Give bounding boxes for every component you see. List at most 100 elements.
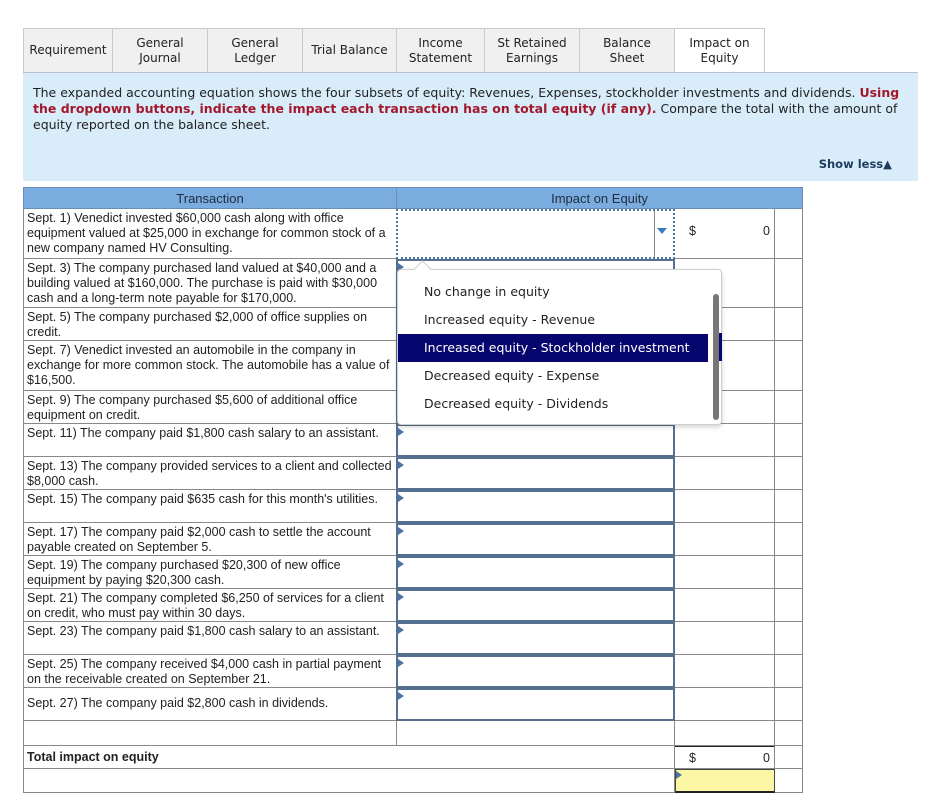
impact-dropdown[interactable]	[396, 490, 675, 523]
table-row: Sept. 19) The company purchased $20,300 …	[23, 556, 803, 589]
total-label: Total impact on equity	[23, 746, 675, 769]
header-impact-on-equity: Impact on Equity	[396, 187, 803, 209]
input-marker-icon	[398, 428, 404, 436]
amount-cell	[675, 457, 775, 490]
impact-dropdown-menu: No change in equity Increased equity - R…	[397, 260, 722, 425]
spacer-cell	[775, 424, 803, 457]
impact-dropdown[interactable]	[396, 457, 675, 490]
input-marker-icon	[398, 692, 404, 700]
tab-bar: Requirement General Journal General Ledg…	[23, 28, 765, 73]
amount-cell	[675, 688, 775, 721]
table-row: Sept. 21) The company completed $6,250 o…	[23, 589, 803, 622]
amount-cell	[675, 490, 775, 523]
tab-st-retained-earnings[interactable]: St Retained Earnings	[484, 28, 579, 73]
table-row: Sept. 1) Venedict invested $60,000 cash …	[23, 209, 803, 259]
amount-cell: $0	[675, 209, 775, 259]
impact-dropdown[interactable]	[396, 209, 675, 259]
impact-dropdown[interactable]	[396, 655, 675, 688]
spacer-cell	[775, 209, 803, 259]
triangle-up-icon: ▲	[883, 157, 892, 171]
option-decreased-dividends[interactable]: Decreased equity - Dividends	[398, 390, 708, 418]
amount-value: 0	[763, 224, 770, 238]
table-row: Sept. 27) The company paid $2,800 cash i…	[23, 688, 803, 721]
table-row: Sept. 17) The company paid $2,000 cash t…	[23, 523, 803, 556]
table-row: Sept. 13) The company provided services …	[23, 457, 803, 490]
transaction-description: Sept. 27) The company paid $2,800 cash i…	[23, 688, 397, 721]
total-answer-input[interactable]	[675, 769, 775, 793]
input-marker-icon	[398, 593, 404, 601]
amount-cell	[675, 655, 775, 688]
instruction-intro: The expanded accounting equation shows t…	[33, 85, 860, 100]
chevron-down-icon[interactable]	[657, 228, 667, 234]
amount-cell	[675, 424, 775, 457]
input-marker-icon	[398, 659, 404, 667]
tab-trial-balance[interactable]: Trial Balance	[302, 28, 396, 73]
transaction-description: Sept. 1) Venedict invested $60,000 cash …	[23, 209, 397, 259]
selection-edge	[719, 333, 722, 361]
empty-cell	[23, 769, 675, 793]
transaction-description: Sept. 17) The company paid $2,000 cash t…	[23, 523, 397, 556]
table-row: Sept. 25) The company received $4,000 ca…	[23, 655, 803, 688]
spacer-cell	[775, 655, 803, 688]
spacer-cell	[775, 457, 803, 490]
spacer-cell	[775, 769, 803, 793]
instruction-panel: The expanded accounting equation shows t…	[23, 73, 918, 181]
show-less-link[interactable]: Show less▲	[819, 157, 892, 171]
total-row: Total impact on equity $0	[23, 746, 803, 769]
show-less-label: Show less	[818, 157, 884, 171]
impact-dropdown[interactable]	[396, 523, 675, 556]
input-marker-icon	[398, 461, 404, 469]
transaction-description: Sept. 9) The company purchased $5,600 of…	[23, 391, 397, 424]
spacer-cell	[775, 589, 803, 622]
transaction-description: Sept. 21) The company completed $6,250 o…	[23, 589, 397, 622]
spacer-cell	[775, 391, 803, 424]
currency-symbol: $	[689, 224, 696, 238]
transaction-description: Sept. 13) The company provided services …	[23, 457, 397, 490]
tab-balance-sheet[interactable]: Balance Sheet	[579, 28, 674, 73]
amount-cell	[675, 622, 775, 655]
currency-symbol: $	[689, 751, 696, 765]
spacer-cell	[775, 688, 803, 721]
option-increased-revenue[interactable]: Increased equity - Revenue	[398, 306, 708, 334]
tab-general-ledger[interactable]: General Ledger	[207, 28, 302, 73]
empty-cell	[675, 721, 775, 746]
option-increased-stockholder-investment[interactable]: Increased equity - Stockholder investmen…	[398, 334, 708, 362]
transaction-description: Sept. 3) The company purchased land valu…	[23, 259, 397, 308]
table-row: Sept. 11) The company paid $1,800 cash s…	[23, 424, 803, 457]
empty-cell	[23, 721, 397, 746]
spacer-cell	[775, 523, 803, 556]
spacer-cell	[775, 341, 803, 391]
empty-cell	[396, 721, 675, 746]
spacer-cell	[775, 746, 803, 769]
option-decreased-expense[interactable]: Decreased equity - Expense	[398, 362, 708, 390]
impact-dropdown[interactable]	[396, 688, 675, 721]
input-marker-icon	[398, 560, 404, 568]
input-marker-icon	[398, 494, 404, 502]
tab-income-statement[interactable]: Income Statement	[396, 28, 484, 73]
transaction-description: Sept. 15) The company paid $635 cash for…	[23, 490, 397, 523]
transaction-description: Sept. 23) The company paid $1,800 cash s…	[23, 622, 397, 655]
input-marker-icon	[398, 626, 404, 634]
answer-row	[23, 769, 803, 793]
empty-cell	[775, 721, 803, 746]
transaction-description: Sept. 11) The company paid $1,800 cash s…	[23, 424, 397, 457]
empty-row	[23, 721, 803, 746]
impact-dropdown[interactable]	[396, 589, 675, 622]
amount-cell	[675, 523, 775, 556]
transaction-description: Sept. 19) The company purchased $20,300 …	[23, 556, 397, 589]
tab-impact-on-equity[interactable]: Impact on Equity	[674, 28, 765, 73]
spacer-cell	[775, 308, 803, 341]
amount-cell	[675, 589, 775, 622]
dropdown-divider	[654, 211, 655, 257]
tab-general-journal[interactable]: General Journal	[112, 28, 207, 73]
impact-dropdown[interactable]	[396, 424, 675, 457]
impact-dropdown[interactable]	[396, 556, 675, 589]
option-no-change[interactable]: No change in equity	[398, 278, 708, 306]
total-amount-cell: $0	[675, 746, 775, 769]
impact-dropdown[interactable]	[396, 622, 675, 655]
tab-requirement[interactable]: Requirement	[23, 28, 112, 73]
transaction-description: Sept. 5) The company purchased $2,000 of…	[23, 308, 397, 341]
total-amount-value: 0	[763, 751, 770, 765]
instruction-text: The expanded accounting equation shows t…	[33, 85, 908, 133]
header-transaction: Transaction	[23, 187, 397, 209]
